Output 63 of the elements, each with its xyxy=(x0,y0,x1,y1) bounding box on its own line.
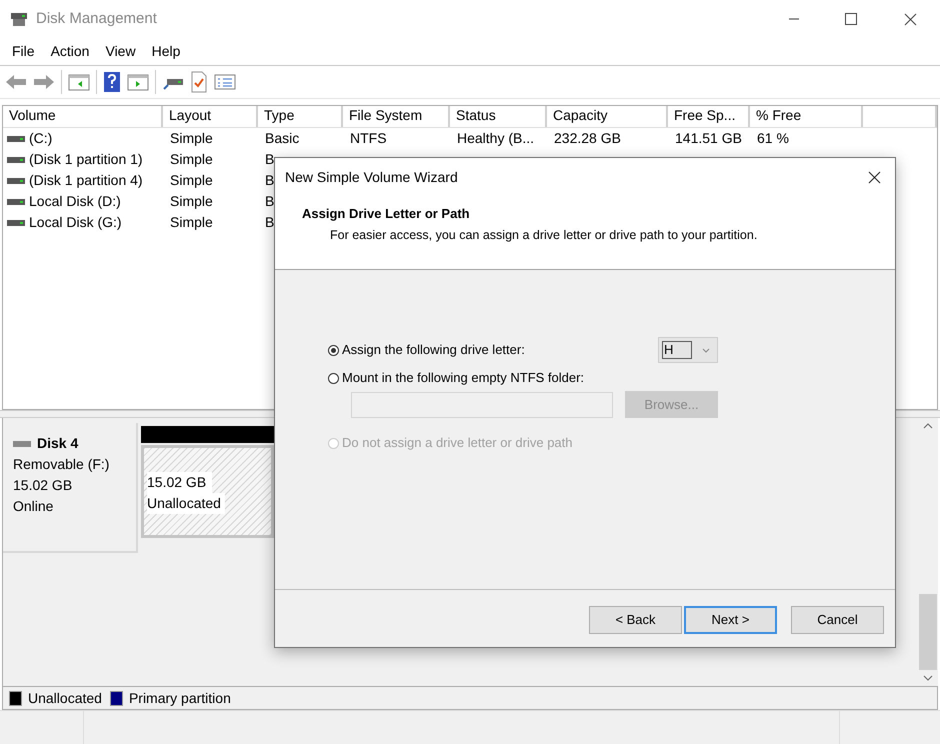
dialog-heading: Assign Drive Letter or Path xyxy=(301,205,471,223)
scroll-down-icon[interactable] xyxy=(923,675,933,681)
help-icon[interactable] xyxy=(103,71,121,93)
disk-status: Online xyxy=(13,497,54,516)
dialog-button[interactable]: Cancel xyxy=(791,606,884,634)
window-title: Disk Management xyxy=(36,8,157,29)
table-cell-text: NTFS xyxy=(350,129,387,148)
table-cell-text: Basic xyxy=(265,129,300,148)
disk-name: Disk 4 xyxy=(37,434,78,453)
table-cell-text: Simple xyxy=(170,150,213,169)
dialog-description: For easier access, you can assign a drive letter or drive path to your partition. xyxy=(329,226,758,244)
maximize-icon[interactable] xyxy=(845,13,857,25)
partition-block[interactable]: 15.02 GB Unallocated xyxy=(141,445,274,538)
disk-type: Removable (F:) xyxy=(13,455,110,474)
drive-icon xyxy=(7,176,25,184)
menu-item[interactable]: Action xyxy=(44,39,96,64)
table-cell-text: (Disk 1 partition 1) xyxy=(29,150,143,169)
scroll-up-icon[interactable] xyxy=(923,423,933,429)
drive-icon xyxy=(7,156,25,164)
table-cell-text: Local Disk (D:) xyxy=(29,192,121,211)
table-cell-text: 232.28 GB xyxy=(554,129,621,148)
table-cell-text: B xyxy=(265,192,274,211)
radio-button[interactable] xyxy=(328,344,339,356)
drive-icon xyxy=(7,134,25,142)
table-cell-text: B xyxy=(265,150,274,169)
partition-size: 15.02 GB xyxy=(147,472,212,493)
caret-icon xyxy=(702,348,710,352)
dialog-button[interactable]: < Back xyxy=(589,606,682,634)
table-cell-text: Simple xyxy=(170,171,213,190)
table-cell-text: 61 % xyxy=(757,129,789,148)
forward-arrow-icon[interactable] xyxy=(33,73,55,91)
table-cell-text: Local Disk (G:) xyxy=(29,213,122,232)
radio-option[interactable]: Assign the following drive letter: xyxy=(328,340,525,360)
drive-icon xyxy=(7,198,25,206)
close-icon[interactable] xyxy=(904,12,917,26)
back-arrow-icon[interactable] xyxy=(5,73,27,91)
menu-item[interactable]: Help xyxy=(144,39,188,64)
radio-option[interactable]: Mount in the following empty NTFS folder: xyxy=(328,368,584,388)
table-cell-text: B xyxy=(265,213,274,232)
table-cell-text: Simple xyxy=(170,129,213,148)
partition-status: Unallocated xyxy=(147,493,225,514)
radio-option: Do not assign a drive letter or drive path xyxy=(328,433,573,453)
legend-label: Primary partition xyxy=(128,688,231,708)
table-cell-text: 141.51 GB xyxy=(675,129,742,148)
table-cell-text: (C:) xyxy=(29,129,52,148)
radio-button[interactable] xyxy=(328,372,339,384)
drive-icon xyxy=(7,218,25,226)
drive-letter-dropdown[interactable]: H xyxy=(658,337,718,363)
menu-item[interactable]: File xyxy=(5,39,42,64)
table-cell-text: Simple xyxy=(170,192,213,211)
list-icon[interactable] xyxy=(214,73,236,91)
table-cell-text: B xyxy=(265,171,274,190)
table-cell-text: (Disk 1 partition 4) xyxy=(29,171,143,190)
disk-size: 15.02 GB xyxy=(13,476,74,495)
dialog-title: New Simple Volume Wizard xyxy=(285,168,458,187)
close-icon[interactable] xyxy=(868,170,881,184)
legend-label: Unallocated xyxy=(28,688,102,708)
table-cell-text: Healthy (B... xyxy=(457,129,534,148)
table-cell-text: Simple xyxy=(170,213,213,232)
dialog-button[interactable]: Next > xyxy=(684,606,777,634)
menu-item[interactable]: View xyxy=(98,39,143,64)
checklist-icon[interactable] xyxy=(190,71,208,93)
scroll-thumb[interactable] xyxy=(919,594,937,670)
